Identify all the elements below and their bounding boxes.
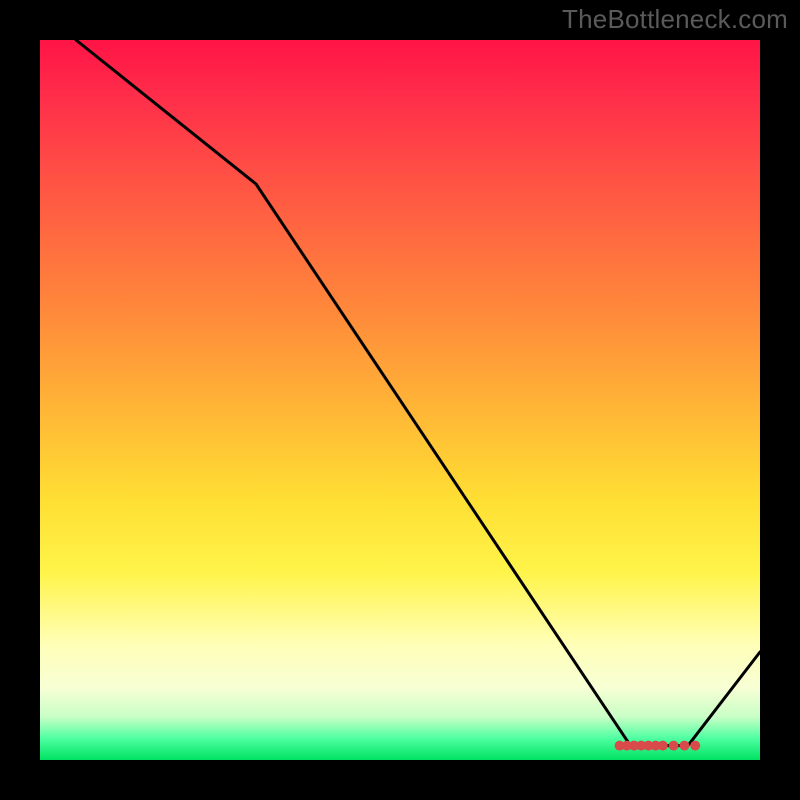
bottleneck-curve-line xyxy=(76,40,760,746)
chart-svg xyxy=(40,40,760,760)
trough-marker xyxy=(690,741,700,751)
chart-frame: TheBottleneck.com xyxy=(0,0,800,800)
watermark-text: TheBottleneck.com xyxy=(562,4,788,35)
trough-marker xyxy=(658,741,668,751)
trough-marker xyxy=(669,741,679,751)
plot-area xyxy=(40,40,760,760)
trough-markers xyxy=(615,741,701,751)
trough-marker xyxy=(679,741,689,751)
